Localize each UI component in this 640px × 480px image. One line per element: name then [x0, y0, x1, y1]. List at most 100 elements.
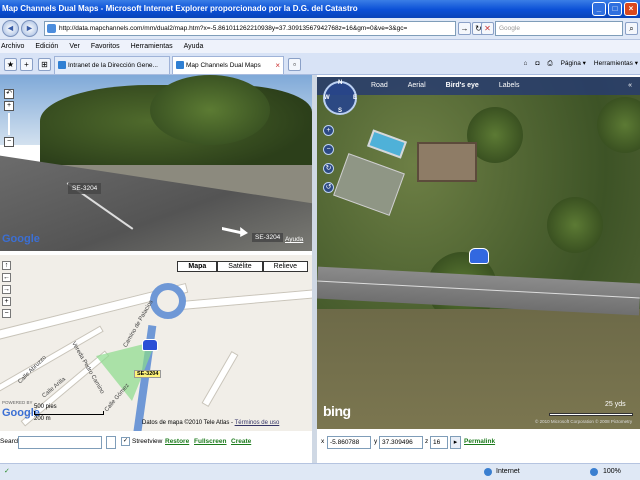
add-favorite-icon[interactable]: +	[20, 58, 33, 71]
new-tab-button[interactable]: ▫	[288, 58, 301, 71]
zoom-level-input[interactable]: 16	[430, 436, 448, 449]
menu-favoritos[interactable]: Favoritos	[91, 40, 120, 53]
create-link[interactable]: Create	[231, 431, 251, 453]
print-icon[interactable]: ⎙	[547, 57, 552, 70]
view-labels[interactable]: Labels	[499, 77, 520, 95]
field	[317, 309, 640, 429]
home-icon[interactable]: ⌂	[524, 57, 528, 70]
collapse-icon[interactable]: «	[628, 77, 632, 95]
birdseye-map[interactable]: Road Aerial Bird's eye Labels « N E W S …	[317, 77, 640, 429]
back-button[interactable]: ◄	[2, 20, 19, 37]
view-aerial[interactable]: Aerial	[408, 77, 426, 95]
window-title: Map Channels Dual Maps - Microsoft Inter…	[2, 4, 358, 13]
tree	[150, 75, 270, 145]
search-icon[interactable]: ⌕	[625, 22, 638, 35]
map-scale: 500 pies 200 m	[34, 403, 104, 423]
quick-tabs-icon[interactable]: ⊞	[38, 58, 51, 71]
pan-up-button[interactable]: ↑	[2, 261, 11, 270]
map-type-switcher: Mapa Satélite Relieve	[177, 261, 308, 272]
powered-by: POWERED BY	[2, 400, 33, 405]
close-tab-icon[interactable]: ×	[275, 57, 280, 74]
page-content: SE-3204 SE-3204 ↶ + − Ayuda Google SE-32…	[0, 75, 640, 463]
page-icon	[47, 24, 56, 33]
menu-bar: Archivo Edición Ver Favoritos Herramient…	[0, 40, 640, 53]
road-label: SE-3204	[68, 183, 102, 194]
menu-ver[interactable]: Ver	[69, 40, 80, 53]
map-type-relieve[interactable]: Relieve	[262, 261, 308, 272]
location-search-input[interactable]	[18, 436, 102, 449]
go-coordinates-button[interactable]: ▸	[450, 436, 461, 449]
menu-herramientas[interactable]: Herramientas	[131, 40, 173, 53]
close-button[interactable]: ×	[624, 2, 638, 16]
globe-icon	[484, 468, 492, 476]
rotate-right-icon[interactable]: ↻	[323, 163, 334, 174]
road-label-small: SE-3204	[252, 233, 284, 242]
search-button[interactable]	[106, 436, 116, 449]
pan-right-button[interactable]: →	[2, 285, 11, 294]
zoom-in-button[interactable]: +	[2, 297, 11, 306]
stop-icon[interactable]: ✕	[481, 22, 494, 35]
google-logo: Google	[2, 233, 40, 245]
view-road[interactable]: Road	[371, 77, 388, 95]
menu-ayuda[interactable]: Ayuda	[184, 40, 204, 53]
menu-edicion[interactable]: Edición	[35, 40, 58, 53]
tab-page-icon	[176, 61, 184, 69]
streetview-car-icon[interactable]	[142, 339, 158, 351]
tab-map-channels[interactable]: Map Channels Dual Maps ×	[172, 56, 284, 74]
rotate-icon[interactable]: ↶	[4, 89, 14, 99]
url-field[interactable]: http://data.mapchannels.com/mm/dual2/map…	[44, 21, 456, 36]
tools-menu[interactable]: Herramientas ▾	[594, 57, 638, 70]
view-birdseye[interactable]: Bird's eye	[446, 77, 479, 95]
x-coordinate-input[interactable]: -5.860788	[327, 436, 371, 449]
tab-intranet-label: Intranet de la Dirección Gene...	[68, 62, 158, 69]
fullscreen-link[interactable]: Fullscreen	[194, 431, 227, 453]
restore-link[interactable]: Restore	[165, 431, 189, 453]
maximize-button[interactable]: □	[608, 2, 622, 16]
scale-feet: 500 pies	[34, 404, 57, 410]
search-input[interactable]: Google	[495, 21, 623, 36]
z-label: z	[425, 438, 429, 445]
permalink-link[interactable]: Permalink	[464, 431, 495, 453]
zoom-out-button[interactable]: −	[323, 144, 334, 155]
go-button[interactable]: →	[458, 22, 471, 35]
favorites-star-icon[interactable]: ★	[4, 58, 17, 71]
road-map[interactable]: SE-3204 Calle Abruzzo Calle Arilla Vered…	[0, 255, 312, 431]
zoom-slider[interactable]	[8, 113, 10, 135]
zoom-out-button[interactable]: −	[2, 309, 11, 318]
status-bar: ✓ Internet 100%	[0, 463, 640, 480]
terms-link[interactable]: Términos de uso	[235, 420, 280, 426]
zoom-in-button[interactable]: +	[4, 101, 14, 111]
minimize-button[interactable]: _	[592, 2, 606, 16]
zoom-globe-icon	[590, 468, 598, 476]
menu-archivo[interactable]: Archivo	[1, 40, 24, 53]
compass-west[interactable]: W	[324, 95, 330, 101]
map-copyright: Datos de mapa ©2010 Tele Atlas - Término…	[142, 420, 279, 426]
tab-bar: ★ + ⊞ Intranet de la Dirección Gene... M…	[0, 53, 640, 75]
feeds-icon[interactable]: ◘	[535, 57, 539, 70]
compass-north[interactable]: N	[338, 80, 342, 86]
rotate-left-icon[interactable]: ↺	[323, 182, 334, 193]
bing-logo: bing	[323, 403, 351, 419]
car-marker-icon[interactable]	[469, 248, 489, 264]
help-link[interactable]: Ayuda	[285, 236, 303, 243]
zoom-out-button[interactable]: −	[4, 137, 14, 147]
forward-button[interactable]: ►	[21, 20, 38, 37]
compass-south[interactable]: S	[338, 108, 342, 114]
map-nav-controls: ↑ ← → + −	[2, 261, 11, 321]
compass-icon[interactable]: N E W S	[323, 80, 357, 115]
street-label: Vereda Pedro Camino	[70, 340, 105, 396]
zoom-in-button[interactable]: +	[323, 125, 334, 136]
map-bottom-bar: Search: ✓ Streetview Restore Fullscreen …	[0, 431, 312, 453]
tab-intranet[interactable]: Intranet de la Dirección Gene...	[54, 56, 170, 74]
house	[417, 142, 477, 182]
zoom-level[interactable]: 100%	[603, 464, 621, 480]
map-type-mapa[interactable]: Mapa	[177, 261, 218, 272]
page-menu[interactable]: Página ▾	[561, 57, 586, 70]
streetview-checkbox[interactable]: ✓	[121, 437, 130, 446]
y-coordinate-input[interactable]: 37.309496	[379, 436, 423, 449]
pan-left-button[interactable]: ←	[2, 273, 11, 282]
map-type-satelite[interactable]: Satélite	[217, 261, 263, 272]
birdseye-scale-bar	[549, 413, 633, 416]
streetview-panorama[interactable]: SE-3204 SE-3204 ↶ + − Ayuda Google	[0, 75, 312, 251]
compass-east[interactable]: E	[353, 95, 357, 101]
